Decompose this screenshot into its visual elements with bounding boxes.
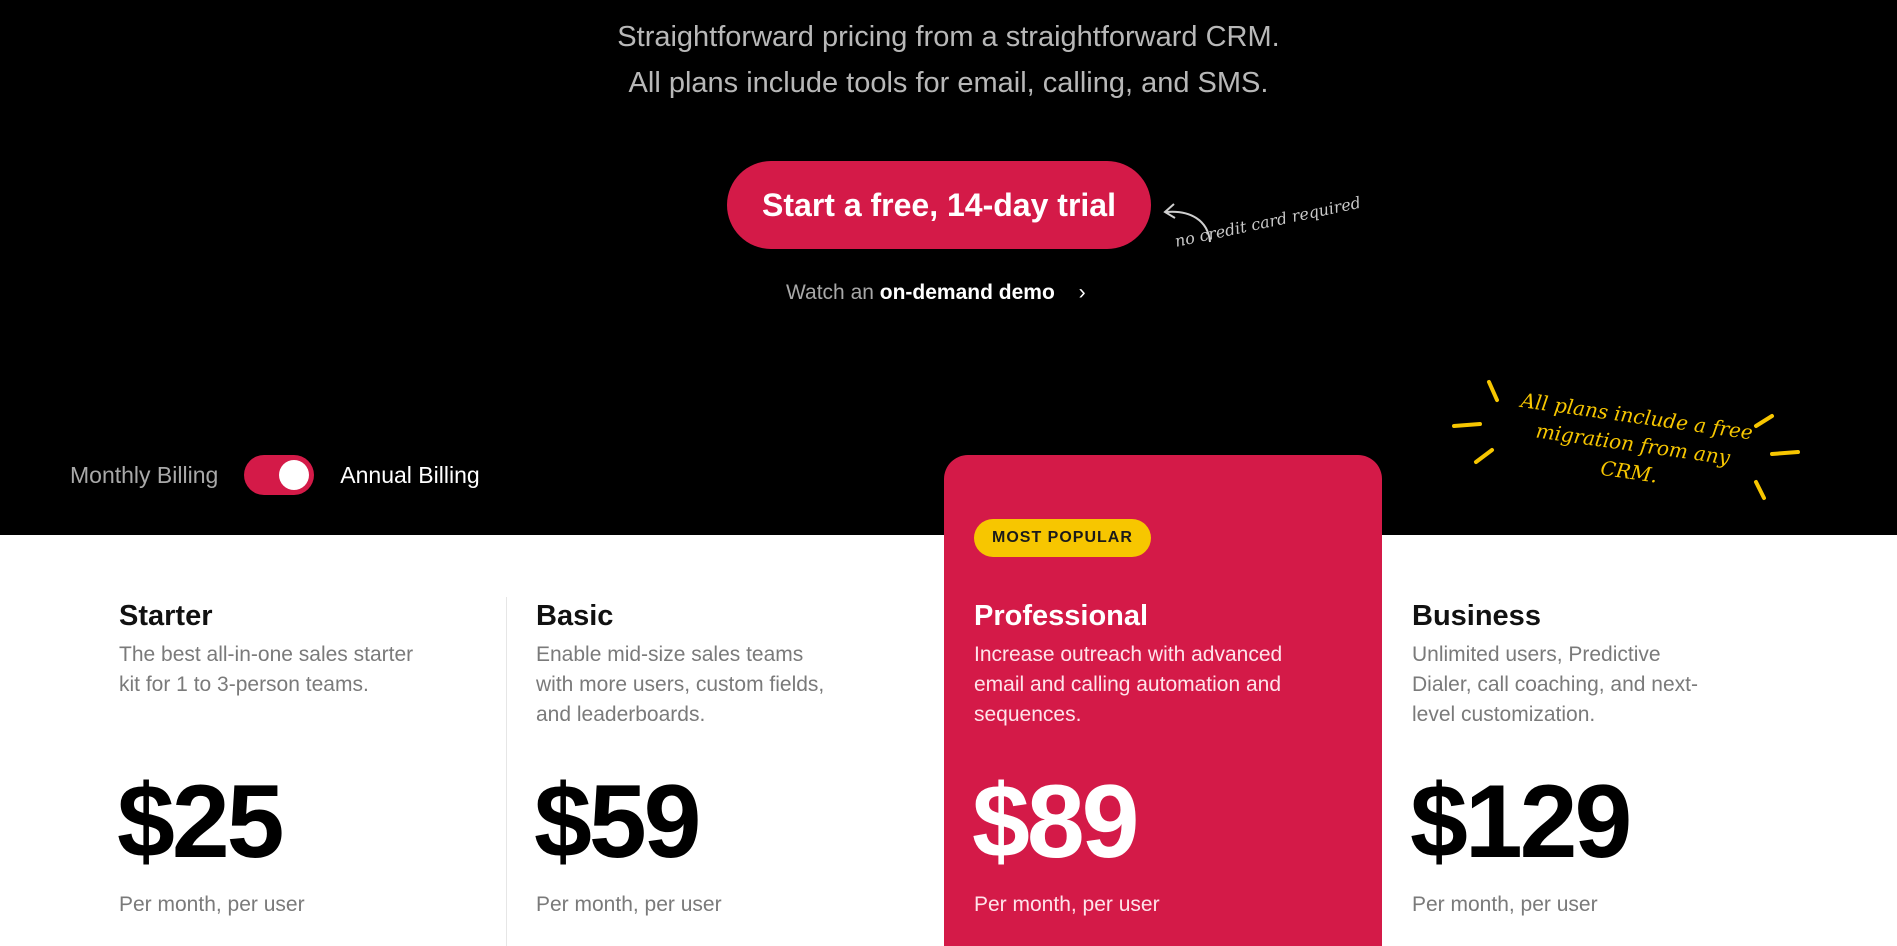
hero-subtitle: Straightforward pricing from a straightf… — [0, 14, 1897, 106]
hero-section: Straightforward pricing from a straightf… — [0, 0, 1897, 535]
plan-card-business: Business Unlimited users, Predictive Dia… — [1382, 535, 1820, 946]
plan-price-unit: Per month, per user — [119, 893, 305, 916]
annual-billing-label[interactable]: Annual Billing — [340, 462, 479, 489]
plan-price: $129 — [1410, 764, 1632, 880]
plan-card-starter: Starter The best all-in-one sales starte… — [70, 535, 505, 946]
pricing-plans: Starter The best all-in-one sales starte… — [70, 455, 1820, 946]
plan-price: $25 — [117, 764, 285, 880]
plan-name: Starter — [119, 600, 213, 632]
plan-card-professional: MOST POPULAR Professional Increase outre… — [944, 455, 1382, 946]
most-popular-badge: MOST POPULAR — [974, 519, 1151, 557]
demo-link-prefix: Watch an — [786, 281, 874, 304]
plan-price-unit: Per month, per user — [536, 893, 722, 916]
billing-toggle-switch[interactable] — [244, 455, 315, 495]
plan-name: Business — [1412, 600, 1541, 632]
plan-name: Professional — [974, 600, 1149, 632]
plan-name: Basic — [536, 600, 614, 632]
hero-subtitle-line-1: Straightforward pricing from a straightf… — [617, 21, 1280, 53]
monthly-billing-label[interactable]: Monthly Billing — [70, 462, 218, 489]
plan-description: The best all-in-one sales starter kit fo… — [119, 643, 414, 696]
hero-subtitle-line-2: All plans include tools for email, calli… — [628, 67, 1269, 99]
start-trial-button[interactable]: Start a free, 14-day trial — [727, 161, 1151, 249]
plan-price: $59 — [534, 764, 702, 880]
chevron-right-icon: › — [1078, 281, 1086, 304]
plan-description: Unlimited users, Predictive Dialer, call… — [1412, 643, 1698, 726]
demo-link-bold: on-demand demo — [879, 281, 1055, 304]
on-demand-demo-link[interactable]: Watch an on-demand demo › — [786, 281, 1086, 305]
plan-description: Enable mid-size sales teams with more us… — [536, 643, 825, 726]
billing-toggle-group: Monthly Billing Annual Billing — [70, 455, 480, 495]
toggle-knob — [279, 460, 310, 490]
plan-price-unit: Per month, per user — [974, 893, 1160, 916]
plan-card-basic: Basic Enable mid-size sales teams with m… — [506, 597, 945, 946]
plan-price: $89 — [972, 764, 1140, 880]
plan-price-unit: Per month, per user — [1412, 893, 1598, 916]
plan-description: Increase outreach with advanced email an… — [974, 643, 1283, 726]
